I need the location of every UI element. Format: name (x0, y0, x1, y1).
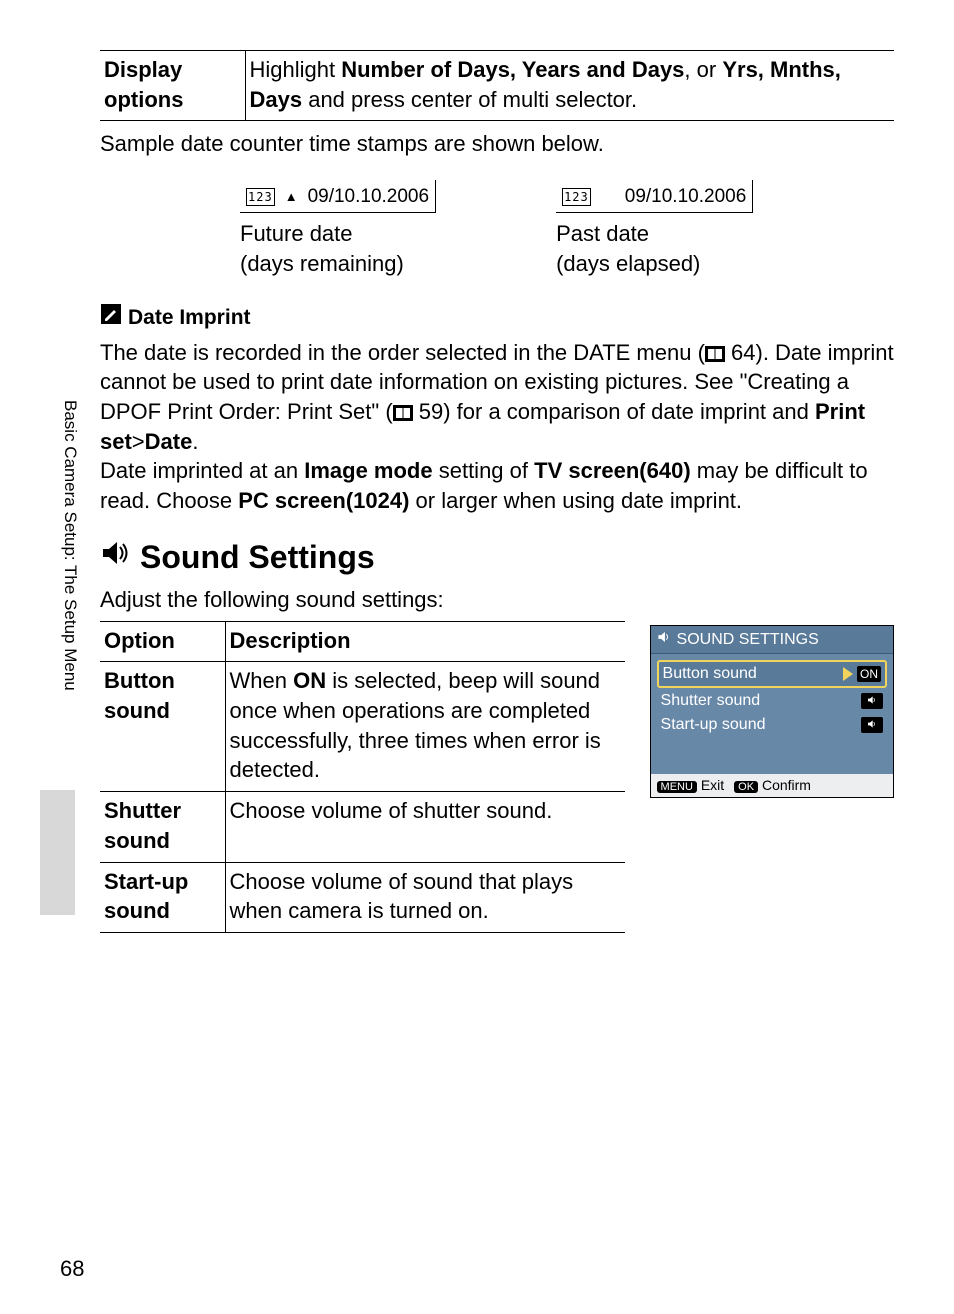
future-date-value: 09/10.10.2006 (308, 184, 430, 210)
status-badge: ON (857, 666, 881, 682)
note-title: Date Imprint (128, 304, 251, 332)
table-row: Button sound When ON is selected, beep w… (100, 662, 625, 792)
ok-pill: OK (734, 781, 758, 793)
display-options-table: Display options Highlight Number of Days… (100, 50, 894, 121)
book-ref-icon (393, 399, 413, 424)
screen-title-bar: SOUND SETTINGS (651, 626, 893, 655)
chevron-right-icon (843, 667, 853, 681)
note-body: The date is recorded in the order select… (100, 338, 894, 516)
screen-footer: MENU Exit OK Confirm (651, 774, 893, 797)
display-options-text: Highlight Number of Days, Years and Days… (245, 51, 894, 121)
counter-icon: 123 (246, 188, 275, 206)
menu-item-shutter-sound[interactable]: Shutter sound (657, 689, 887, 713)
speaker-icon (861, 717, 883, 733)
col-option: Option (100, 621, 225, 662)
future-label-1: Future date (240, 219, 436, 249)
past-label-1: Past date (556, 219, 753, 249)
col-description: Description (225, 621, 625, 662)
sample-future: 123 ▲ 09/10.10.2006 Future date (days re… (240, 179, 436, 278)
speaker-icon (100, 536, 130, 579)
note-header: Date Imprint (100, 303, 894, 333)
speaker-icon (861, 693, 883, 709)
menu-pill: MENU (657, 781, 697, 793)
pencil-icon (100, 303, 122, 333)
sample-stamps: 123 ▲ 09/10.10.2006 Future date (days re… (240, 179, 894, 278)
sidebar-marker (40, 790, 75, 915)
table-row: Start-up sound Choose volume of sound th… (100, 862, 625, 932)
past-label-2: (days elapsed) (556, 249, 753, 279)
page-number: 68 (60, 1254, 84, 1284)
counter-icon: 123 (562, 188, 591, 206)
sound-intro: Adjust the following sound settings: (100, 585, 894, 615)
display-options-label: Display options (100, 51, 245, 121)
past-date-value: 09/10.10.2006 (625, 184, 747, 210)
sound-settings-heading: Sound Settings (100, 536, 894, 579)
screen-title: SOUND SETTINGS (677, 629, 819, 651)
speaker-icon (657, 629, 671, 651)
sample-past: 123 09/10.10.2006 Past date (days elapse… (556, 179, 753, 278)
future-label-2: (days remaining) (240, 249, 436, 279)
book-ref-icon (705, 340, 725, 365)
menu-item-startup-sound[interactable]: Start-up sound (657, 713, 887, 737)
table-row: Shutter sound Choose volume of shutter s… (100, 792, 625, 862)
sidebar-section-label: Basic Camera Setup: The Setup Menu (58, 400, 81, 691)
sound-options-table: Option Description Button sound When ON … (100, 621, 625, 933)
sample-intro: Sample date counter time stamps are show… (100, 129, 894, 159)
menu-item-button-sound[interactable]: Button sound ON (657, 660, 887, 688)
camera-screen: SOUND SETTINGS Button sound ON Shutter s… (650, 625, 894, 798)
triangle-icon: ▲ (285, 188, 298, 206)
